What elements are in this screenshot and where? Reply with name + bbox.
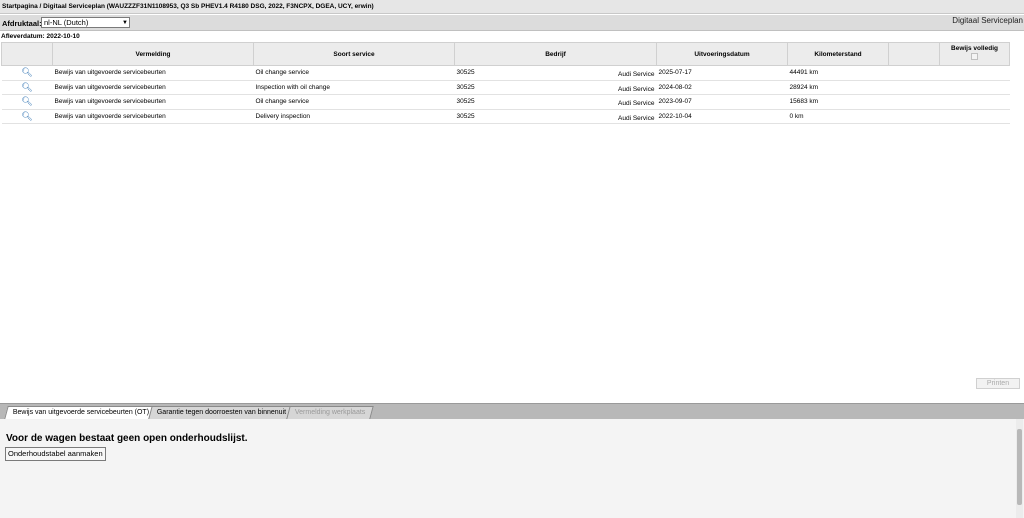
cell-km: 0 km <box>787 109 889 124</box>
cell-code: 30525 <box>456 83 475 91</box>
cell-vermelding: Bewijs van uitgevoerde servicebeurten <box>52 80 254 95</box>
no-maintenance-message: Voor de wagen bestaat geen open onderhou… <box>6 433 248 444</box>
cell-soort: Delivery inspection <box>253 109 455 124</box>
cell-bewijs <box>939 94 1010 110</box>
cell-empty <box>888 65 940 81</box>
table-row[interactable]: 🔍︎ Bewijs van uitgevoerde servicebeurten… <box>1 80 1010 95</box>
cell-empty <box>888 80 940 95</box>
col-header-vermelding[interactable]: Vermelding <box>52 42 254 66</box>
cell-bedrijf: 30525 Audi Service <box>454 94 657 110</box>
cell-bedrijf: 30525 Audi Service <box>454 109 657 124</box>
cell-soort: Oil change service <box>253 94 455 110</box>
cell-datum: 2025-07-17 <box>656 65 788 81</box>
language-select-value: nl-NL (Dutch) <box>44 18 89 27</box>
col-header-soort[interactable]: Soort service <box>253 42 455 66</box>
cell-bewijs <box>939 65 1010 81</box>
cell-company: Audi Service <box>618 100 655 107</box>
cell-km: 44491 km <box>787 65 889 81</box>
table-row[interactable]: 🔍︎ Bewijs van uitgevoerde servicebeurten… <box>1 109 1010 124</box>
tab-proof-of-service[interactable]: Bewijs van uitgevoerde servicebeurten (O… <box>4 406 158 419</box>
scrollbar-thumb[interactable] <box>1017 429 1022 505</box>
module-title: Digitaal Serviceplan <box>952 16 1023 25</box>
cell-vermelding: Bewijs van uitgevoerde servicebeurten <box>52 109 254 124</box>
cell-vermelding: Bewijs van uitgevoerde servicebeurten <box>52 65 254 81</box>
cell-km: 15683 km <box>787 94 889 110</box>
col-header-km[interactable]: Kilometerstand <box>787 42 889 66</box>
cell-bewijs <box>939 80 1010 95</box>
cell-soort: Inspection with oil change <box>253 80 455 95</box>
bewijs-checkbox[interactable] <box>971 53 978 60</box>
magnifier-icon[interactable]: 🔍︎ <box>21 67 32 78</box>
chevron-down-icon: ▼ <box>122 20 128 26</box>
table-row[interactable]: 🔍︎ Bewijs van uitgevoerde servicebeurten… <box>1 65 1010 81</box>
language-label: Afdruktaal: <box>2 19 42 28</box>
col-header-empty <box>888 42 940 66</box>
cell-empty <box>888 109 940 124</box>
col-header-bedrijf[interactable]: Bedrijf <box>454 42 657 66</box>
tab-corrosion-warranty[interactable]: Garantie tegen doorroesten van binnenuit <box>148 406 295 419</box>
cell-code: 30525 <box>456 98 475 106</box>
cell-code: 30525 <box>456 112 475 120</box>
create-maintenance-button[interactable]: Onderhoudstabel aanmaken <box>5 447 106 461</box>
cell-datum: 2024-08-02 <box>656 80 788 95</box>
cell-company: Audi Service <box>618 71 655 78</box>
toolbar: Afdruktaal: nl-NL (Dutch) ▼ Digitaal Ser… <box>0 15 1024 31</box>
magnifier-icon[interactable]: 🔍︎ <box>21 82 32 93</box>
cell-datum: 2022-10-04 <box>656 109 788 124</box>
col-header-icon <box>1 42 53 66</box>
maintenance-panel: Voor de wagen bestaat geen open onderhou… <box>0 419 1024 518</box>
cell-empty <box>888 94 940 110</box>
bewijs-label: Bewijs volledig <box>951 45 998 52</box>
cell-bewijs <box>939 109 1010 124</box>
service-table: Vermelding Soort service Bedrijf Uitvoer… <box>1 42 1010 124</box>
table-header-row: Vermelding Soort service Bedrijf Uitvoer… <box>1 42 1010 66</box>
cell-vermelding: Bewijs van uitgevoerde servicebeurten <box>52 94 254 110</box>
col-header-datum[interactable]: Uitvoeringsdatum <box>656 42 788 66</box>
cell-code: 30525 <box>456 69 475 77</box>
magnifier-icon[interactable]: 🔍︎ <box>21 111 32 122</box>
print-button[interactable]: Printen <box>976 378 1020 389</box>
cell-bedrijf: 30525 Audi Service <box>454 65 657 81</box>
cell-company: Audi Service <box>618 114 655 122</box>
cell-company: Audi Service <box>618 85 655 93</box>
magnifier-icon[interactable]: 🔍︎ <box>21 96 32 107</box>
col-header-bewijs: Bewijs volledig <box>939 42 1010 66</box>
breadcrumb: Startpagina / Digitaal Serviceplan (WAUZ… <box>0 0 1024 14</box>
tab-workshop-entry: Vermelding werkplaats <box>286 406 375 419</box>
table-row[interactable]: 🔍︎ Bewijs van uitgevoerde servicebeurten… <box>1 94 1010 110</box>
cell-datum: 2023-09-07 <box>656 94 788 110</box>
cell-km: 28924 km <box>787 80 889 95</box>
cell-soort: Oil change service <box>253 65 455 81</box>
language-select[interactable]: nl-NL (Dutch) ▼ <box>41 17 130 28</box>
cell-bedrijf: 30525 Audi Service <box>454 80 657 95</box>
tab-bar: Bewijs van uitgevoerde servicebeurten (O… <box>0 403 1024 419</box>
delivery-date: Afleverdatum: 2022-10-10 <box>1 33 80 40</box>
vertical-scrollbar[interactable] <box>1016 419 1023 518</box>
